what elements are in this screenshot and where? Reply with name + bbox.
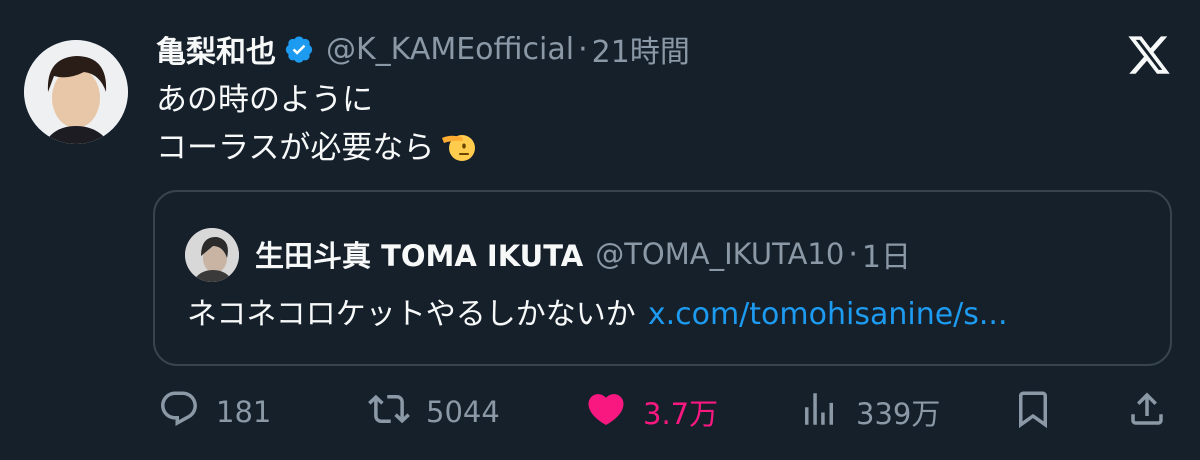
x-logo-icon[interactable]	[1126, 32, 1172, 78]
saluting-face-emoji	[440, 128, 476, 164]
quoted-tweet-card[interactable]: 生田斗真 TOMA IKUTA @TOMA_IKUTA10 · 1日 ネコネコロ…	[153, 190, 1172, 366]
tweet-text: あの時のように コーラスが必要なら	[156, 76, 476, 172]
quoted-tweet-timestamp[interactable]: 1日	[862, 232, 911, 276]
tweet-timestamp[interactable]: 21時間	[592, 27, 690, 71]
quoted-author-name[interactable]: 生田斗真 TOMA IKUTA	[255, 233, 583, 275]
tweet-text-line-1: あの時のように	[156, 82, 373, 118]
like-count: 3.7万	[643, 397, 719, 431]
quoted-header-separator: ·	[848, 236, 858, 272]
quoted-tweet-text: ネコネコロケットやるしかないか	[187, 297, 636, 332]
share-button[interactable]	[1126, 384, 1168, 440]
share-icon	[1126, 388, 1168, 437]
reply-count: 181	[216, 395, 272, 429]
retweet-button[interactable]: 5044	[368, 384, 500, 440]
tweet-text-line-2-wrap: コーラスが必要なら	[156, 124, 476, 172]
tweet-header: 亀梨和也 @K_KAMEofficial · 21時間	[156, 26, 690, 72]
bookmark-button[interactable]	[1012, 384, 1054, 440]
like-button[interactable]: 3.7万	[585, 384, 718, 440]
quoted-tweet-link[interactable]: x.com/tomohisanine/s...	[648, 297, 1008, 332]
reply-button[interactable]: 181	[158, 384, 271, 440]
verified-badge-icon	[284, 34, 314, 64]
header-separator: ·	[578, 31, 588, 67]
reply-icon	[158, 388, 200, 437]
retweet-count: 5044	[426, 395, 500, 429]
author-handle[interactable]: @K_KAMEofficial	[326, 32, 574, 67]
views-button[interactable]: 339万	[798, 384, 940, 440]
heart-icon	[585, 388, 627, 437]
quoted-tweet-text-wrap: ネコネコロケットやるしかないか x.com/tomohisanine/s...	[187, 292, 1008, 338]
views-chart-icon	[798, 388, 840, 437]
retweet-icon	[368, 388, 410, 437]
author-avatar[interactable]	[24, 40, 128, 144]
quoted-tweet-header: 生田斗真 TOMA IKUTA @TOMA_IKUTA10 · 1日	[255, 230, 911, 278]
views-count: 339万	[856, 397, 941, 431]
quoted-author-avatar[interactable]	[185, 228, 239, 282]
bookmark-icon	[1012, 388, 1054, 437]
quoted-author-handle[interactable]: @TOMA_IKUTA10	[595, 237, 844, 271]
author-name[interactable]: 亀梨和也	[156, 27, 276, 71]
tweet-text-line-2: コーラスが必要なら	[156, 130, 435, 166]
action-bar: 181 5044 3.7万 339万	[0, 384, 1200, 440]
